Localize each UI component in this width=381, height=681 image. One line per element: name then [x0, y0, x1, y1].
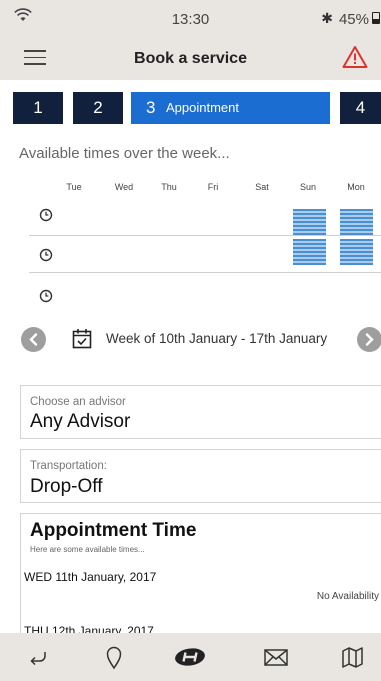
step-number: 3 — [146, 98, 156, 117]
row-divider — [29, 272, 381, 273]
appointment-time-heading: Appointment Time — [30, 520, 197, 541]
step-1[interactable]: 1 — [13, 92, 63, 124]
calendar-icon — [72, 329, 92, 349]
transportation-select[interactable]: Transportation: Drop-Off — [20, 449, 381, 503]
day-label: Thu — [161, 182, 177, 192]
step-4[interactable]: 4 — [340, 92, 381, 124]
advisor-select[interactable]: Choose an advisor Any Advisor — [20, 385, 381, 439]
transportation-label: Transportation: — [30, 460, 107, 472]
map-icon[interactable] — [339, 644, 367, 670]
row-divider — [29, 235, 381, 236]
battery-percent: 45% — [338, 11, 369, 28]
chevron-left-icon — [29, 333, 38, 346]
available-slot[interactable] — [340, 209, 373, 235]
bottom-navigation — [0, 633, 381, 681]
app-header: Book a service — [0, 34, 381, 80]
step-3-appointment[interactable]: 3 Appointment — [131, 92, 330, 124]
day-label: Wed — [114, 182, 134, 192]
available-slot[interactable] — [340, 239, 373, 265]
day-label: Mon — [347, 182, 365, 192]
bluetooth-icon: ✱ — [321, 10, 333, 26]
advisor-value: Any Advisor — [30, 411, 131, 432]
weekday-header: Tue Wed Thu Fri Sat Sun Mon — [0, 182, 381, 196]
day-label: Tue — [66, 182, 82, 192]
appointment-date: WED 11th January, 2017 — [24, 570, 157, 584]
availability-title: Available times over the week... — [19, 145, 230, 162]
chevron-right-icon — [365, 333, 374, 346]
previous-week-button[interactable] — [21, 327, 46, 352]
step-label: Appointment — [166, 100, 239, 115]
clock-icon — [39, 248, 53, 262]
status-bar: 13:30 ✱ 45% — [0, 0, 381, 34]
clock-icon — [39, 208, 53, 222]
mail-icon[interactable] — [262, 644, 290, 670]
transportation-value: Drop-Off — [30, 476, 103, 497]
appointment-time-card: Appointment Time Here are some available… — [20, 513, 381, 643]
warning-triangle-icon[interactable] — [342, 45, 368, 69]
hyundai-logo-icon[interactable] — [173, 644, 207, 670]
day-label: Fri — [207, 182, 219, 192]
availability-status: No Availability — [316, 591, 379, 602]
clock-icon — [39, 289, 53, 303]
booking-steps: 1 2 3 Appointment 4 — [0, 92, 381, 124]
available-slot[interactable] — [293, 239, 326, 265]
available-slot[interactable] — [293, 209, 326, 235]
day-label: Sat — [255, 182, 269, 192]
battery-icon — [372, 12, 380, 24]
page-title: Book a service — [134, 50, 247, 67]
back-arrow-icon[interactable] — [25, 644, 53, 670]
next-week-button[interactable] — [357, 327, 381, 352]
location-pin-icon[interactable] — [100, 644, 128, 670]
day-label: Sun — [299, 182, 316, 192]
week-label: Week of 10th January - 17th January — [106, 331, 328, 346]
advisor-label: Choose an advisor — [30, 396, 126, 408]
appointment-time-subheading: Here are some available times... — [30, 545, 145, 554]
step-2[interactable]: 2 — [73, 92, 123, 124]
